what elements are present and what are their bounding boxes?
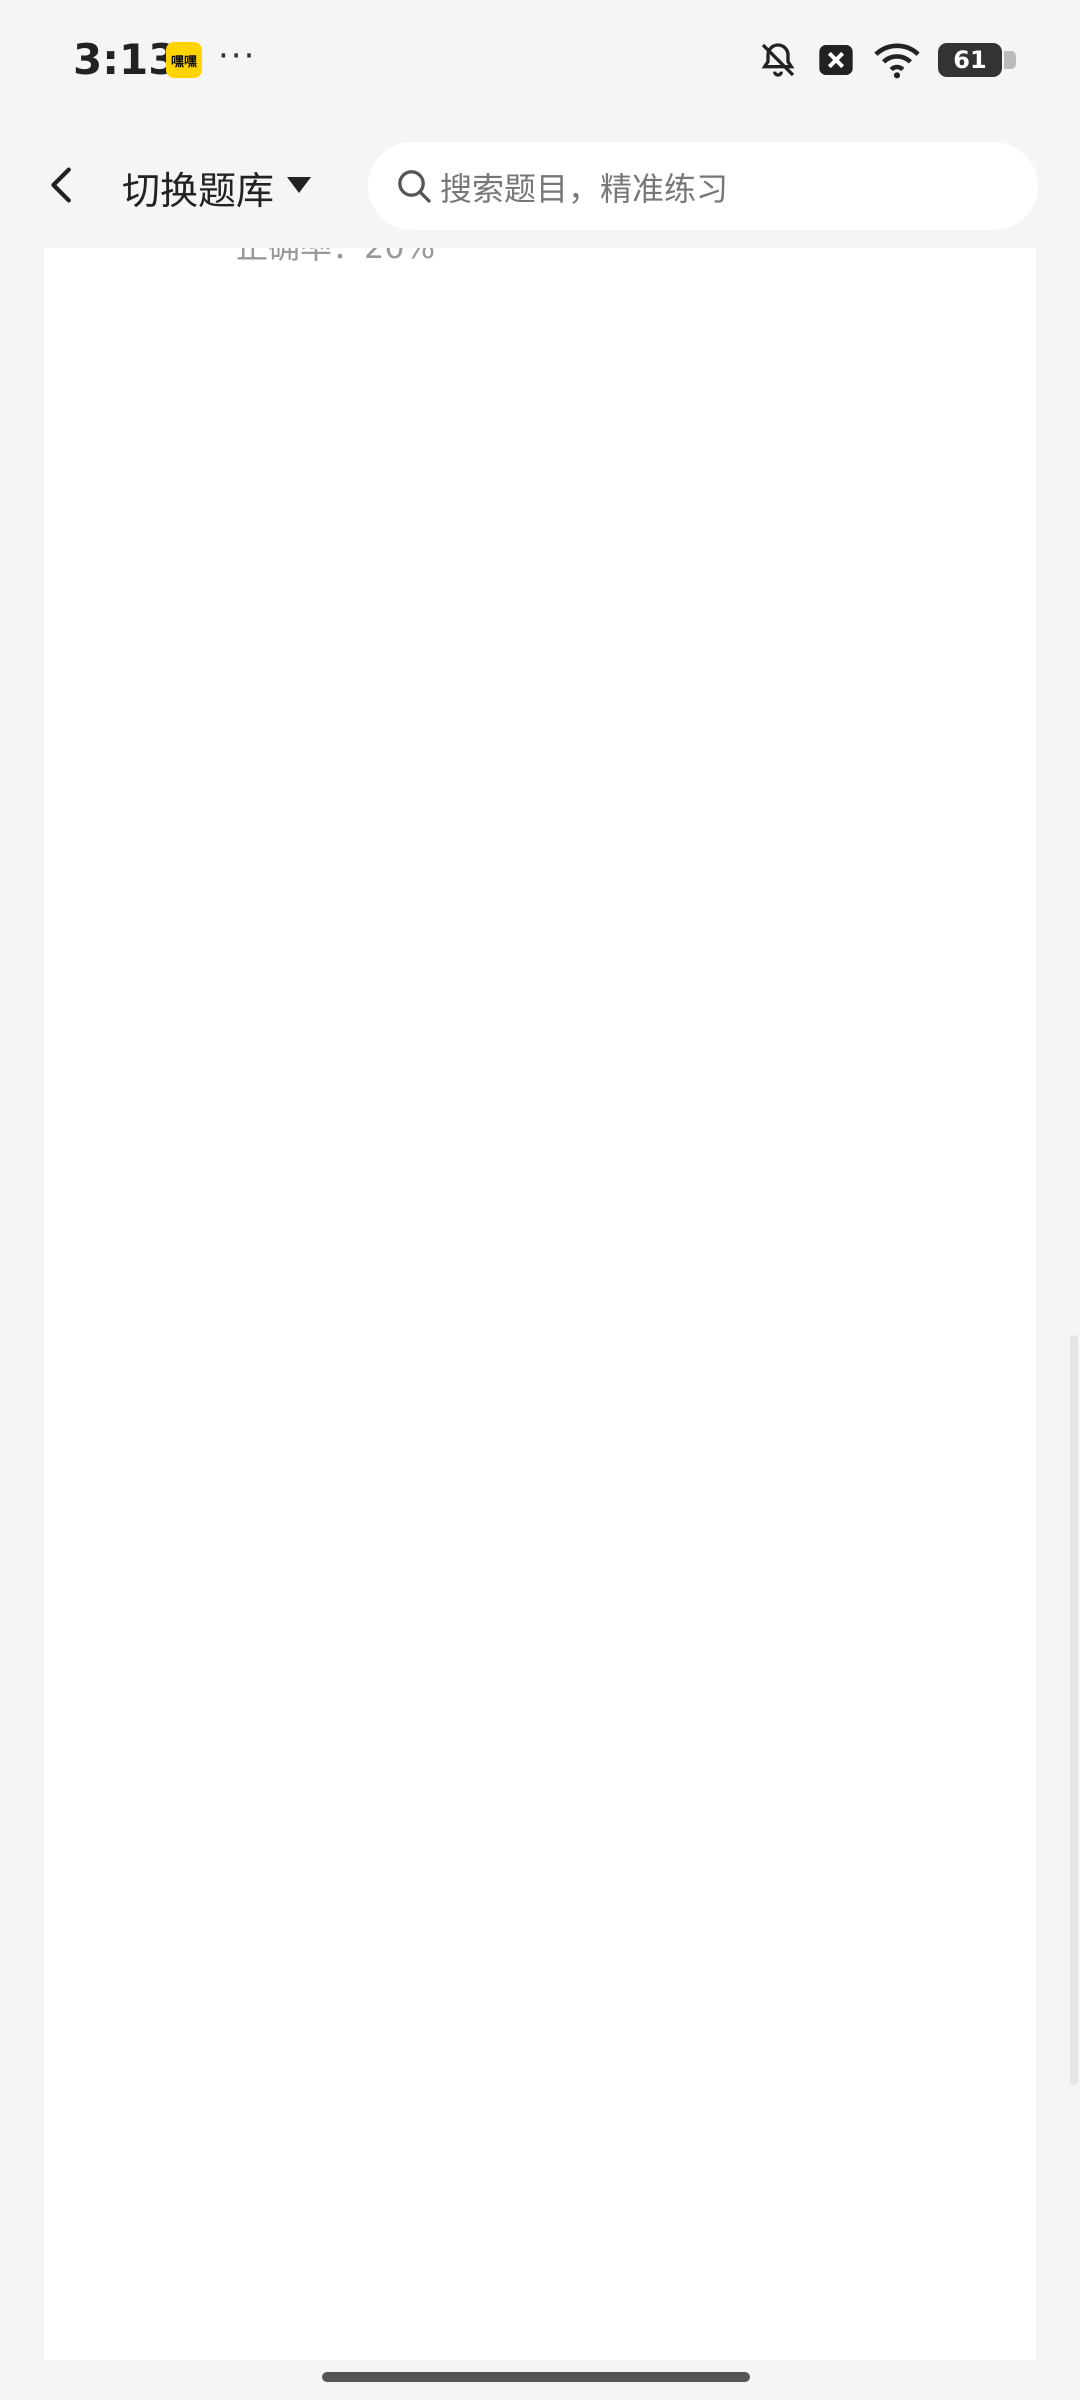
sim-disabled-icon — [819, 45, 853, 75]
question-bank-list — [44, 200, 1036, 2360]
system-icons: 61 — [758, 40, 1016, 80]
bell-muted-icon — [761, 43, 795, 77]
status-bar: 3:13 嘿嘿 ··· 61 — [0, 0, 1080, 124]
switch-bank-button[interactable]: 切换题库 — [122, 160, 274, 215]
more-notifications-icon: ··· — [218, 36, 257, 76]
back-icon[interactable] — [40, 162, 86, 208]
app-notification-icon: 嘿嘿 — [166, 42, 202, 78]
battery-level: 61 — [953, 46, 987, 74]
search-icon — [398, 170, 431, 203]
battery-icon: 61 — [938, 43, 1016, 77]
scrollbar[interactable] — [1070, 1335, 1078, 2085]
search-input[interactable]: 搜索题目，精准练习 — [368, 142, 1038, 230]
screen: 3:13 嘿嘿 ··· 61 切换题库 搜索题目，精准练习 — [0, 0, 1080, 2400]
wifi-icon — [874, 43, 920, 79]
status-time: 3:13 — [73, 35, 178, 84]
caret-down-icon[interactable] — [285, 174, 313, 196]
top-bar: 切换题库 搜索题目，精准练习 — [0, 124, 1080, 248]
home-indicator[interactable] — [322, 2372, 750, 2382]
search-placeholder: 搜索题目，精准练习 — [440, 170, 729, 208]
